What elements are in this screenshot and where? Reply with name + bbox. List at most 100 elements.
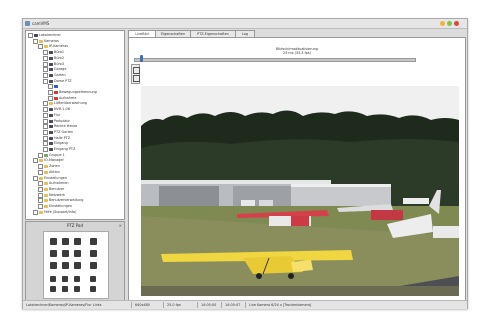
expand-icon[interactable]: [48, 95, 53, 101]
tree-item[interactable]: Büro3: [26, 61, 64, 67]
tree-item[interactable]: IO-Manager: [26, 158, 64, 164]
status-bar: Lokalrechner/Kameras/IP-Kameras/Flur Lin…: [23, 300, 467, 309]
expand-icon[interactable]: [43, 118, 48, 124]
preset-8-button[interactable]: [90, 286, 96, 292]
tree-item[interactable]: Halle PTZ: [26, 135, 70, 141]
expand-icon[interactable]: [43, 107, 48, 113]
pan-right-button[interactable]: [74, 250, 81, 257]
refresh-slider[interactable]: [134, 58, 416, 62]
expand-icon[interactable]: [38, 181, 43, 187]
expand-icon[interactable]: [38, 164, 43, 170]
home-button[interactable]: [62, 250, 69, 257]
tree-item[interactable]: Benutzerverwaltung: [26, 198, 83, 204]
zoom-icon[interactable]: [133, 67, 140, 74]
tree-item[interactable]: IP-Kameras: [26, 44, 68, 50]
expand-icon[interactable]: [43, 112, 48, 118]
preset-6-button[interactable]: [62, 286, 68, 292]
expand-icon[interactable]: [43, 135, 48, 141]
tree-item[interactable]: Rechte Hecke: [26, 124, 77, 130]
expand-icon[interactable]: [43, 147, 48, 152]
preset-3-button[interactable]: [74, 276, 80, 282]
tree-item[interactable]: Lüfterüberwachung: [26, 101, 87, 107]
tree-item[interactable]: Bewegungserkennung: [26, 90, 97, 95]
expand-icon[interactable]: [43, 61, 48, 67]
expand-icon[interactable]: [33, 158, 38, 164]
expand-icon[interactable]: [43, 124, 48, 130]
tree-item[interactable]: Eingang PTZ: [26, 147, 75, 152]
expand-icon[interactable]: [28, 33, 33, 38]
tree-item[interactable]: [26, 84, 59, 90]
tree-item[interactable]: Zonen: [26, 164, 60, 170]
slider-thumb[interactable]: [140, 55, 143, 62]
pan-down-left-button[interactable]: [50, 262, 57, 269]
pan-up-button[interactable]: [62, 238, 69, 245]
expand-icon[interactable]: [43, 129, 48, 135]
expand-icon[interactable]: [43, 101, 48, 107]
pan-up-right-button[interactable]: [74, 238, 81, 245]
tree-item[interactable]: Garten: [26, 72, 66, 78]
pan-left-button[interactable]: [50, 250, 57, 257]
tree-item[interactable]: Benutzer: [26, 186, 64, 192]
expand-icon[interactable]: [43, 50, 48, 56]
tree-item-label: Garten: [54, 72, 66, 77]
tree-item[interactable]: NVR-1.06: [26, 107, 70, 113]
tree-item[interactable]: Büro1: [26, 50, 64, 56]
pan-up-left-button[interactable]: [50, 238, 57, 245]
minimize-button[interactable]: [440, 21, 445, 26]
maximize-button[interactable]: [447, 21, 452, 26]
tree-item[interactable]: Dome PTZ: [26, 78, 72, 84]
tree-item-label: Aufnahmen: [49, 181, 69, 186]
preset-5-button[interactable]: [50, 286, 56, 292]
tree-item[interactable]: Eingang: [26, 141, 68, 147]
device-tree[interactable]: Lokalrechner Kameras IP-Kameras Büro1 Büro2 B…: [25, 30, 125, 220]
expand-icon[interactable]: [33, 38, 38, 44]
expand-icon[interactable]: [48, 84, 53, 90]
tree-item[interactable]: Kameras: [26, 38, 59, 44]
preset-1-button[interactable]: [50, 276, 56, 282]
tree-item[interactable]: Parkplatz: [26, 118, 70, 124]
preset-7-button[interactable]: [74, 286, 80, 292]
expand-icon[interactable]: [38, 186, 43, 192]
zoom-in-button[interactable]: [90, 238, 97, 245]
close-icon[interactable]: ×: [119, 223, 122, 228]
expand-icon[interactable]: [43, 55, 48, 61]
expand-icon[interactable]: [38, 44, 43, 50]
tree-item[interactable]: PTZ Garten: [26, 129, 73, 135]
focus-button[interactable]: [90, 262, 97, 269]
tree-item[interactable]: Aktion: [26, 169, 60, 175]
pan-down-button[interactable]: [62, 262, 69, 269]
tree-item[interactable]: Einstellungen: [26, 204, 72, 209]
red-icon: [54, 91, 58, 94]
tree-item-label: Dome PTZ: [54, 78, 72, 83]
zoom-out-button[interactable]: [90, 250, 97, 257]
tree-item[interactable]: Netzwerk: [26, 192, 65, 198]
expand-icon[interactable]: [43, 78, 48, 84]
title-bar[interactable]: camVMS: [23, 19, 467, 29]
expand-icon[interactable]: [38, 198, 43, 204]
expand-icon[interactable]: [38, 204, 43, 209]
expand-icon[interactable]: [33, 175, 38, 181]
preset-4-button[interactable]: [90, 276, 96, 282]
tree-item[interactable]: Gruppe 1: [26, 152, 65, 158]
tree-item[interactable]: Büro2: [26, 55, 64, 61]
pan-down-right-button[interactable]: [74, 262, 81, 269]
tree-item[interactable]: Aufnahme: [26, 95, 76, 101]
tree-item[interactable]: Lokalrechner: [26, 33, 61, 38]
tree-item[interactable]: Einstellungen: [26, 175, 67, 181]
expand-icon[interactable]: [38, 169, 43, 175]
preset-2-button[interactable]: [62, 276, 68, 282]
camera-video-feed[interactable]: [141, 86, 459, 296]
expand-icon[interactable]: [33, 209, 38, 215]
expand-icon[interactable]: [43, 141, 48, 147]
expand-icon[interactable]: [38, 152, 43, 158]
fullscreen-icon[interactable]: [133, 75, 140, 82]
tree-item[interactable]: Garage: [26, 67, 66, 73]
tree-item[interactable]: Aufnahmen: [26, 181, 69, 187]
expand-icon[interactable]: [43, 72, 48, 78]
close-button[interactable]: [454, 21, 459, 26]
tree-item[interactable]: Flur: [26, 112, 60, 118]
expand-icon[interactable]: [38, 192, 43, 198]
tree-item[interactable]: Hilfe (Support/Info): [26, 209, 76, 215]
expand-icon[interactable]: [48, 90, 53, 95]
expand-icon[interactable]: [43, 67, 48, 73]
